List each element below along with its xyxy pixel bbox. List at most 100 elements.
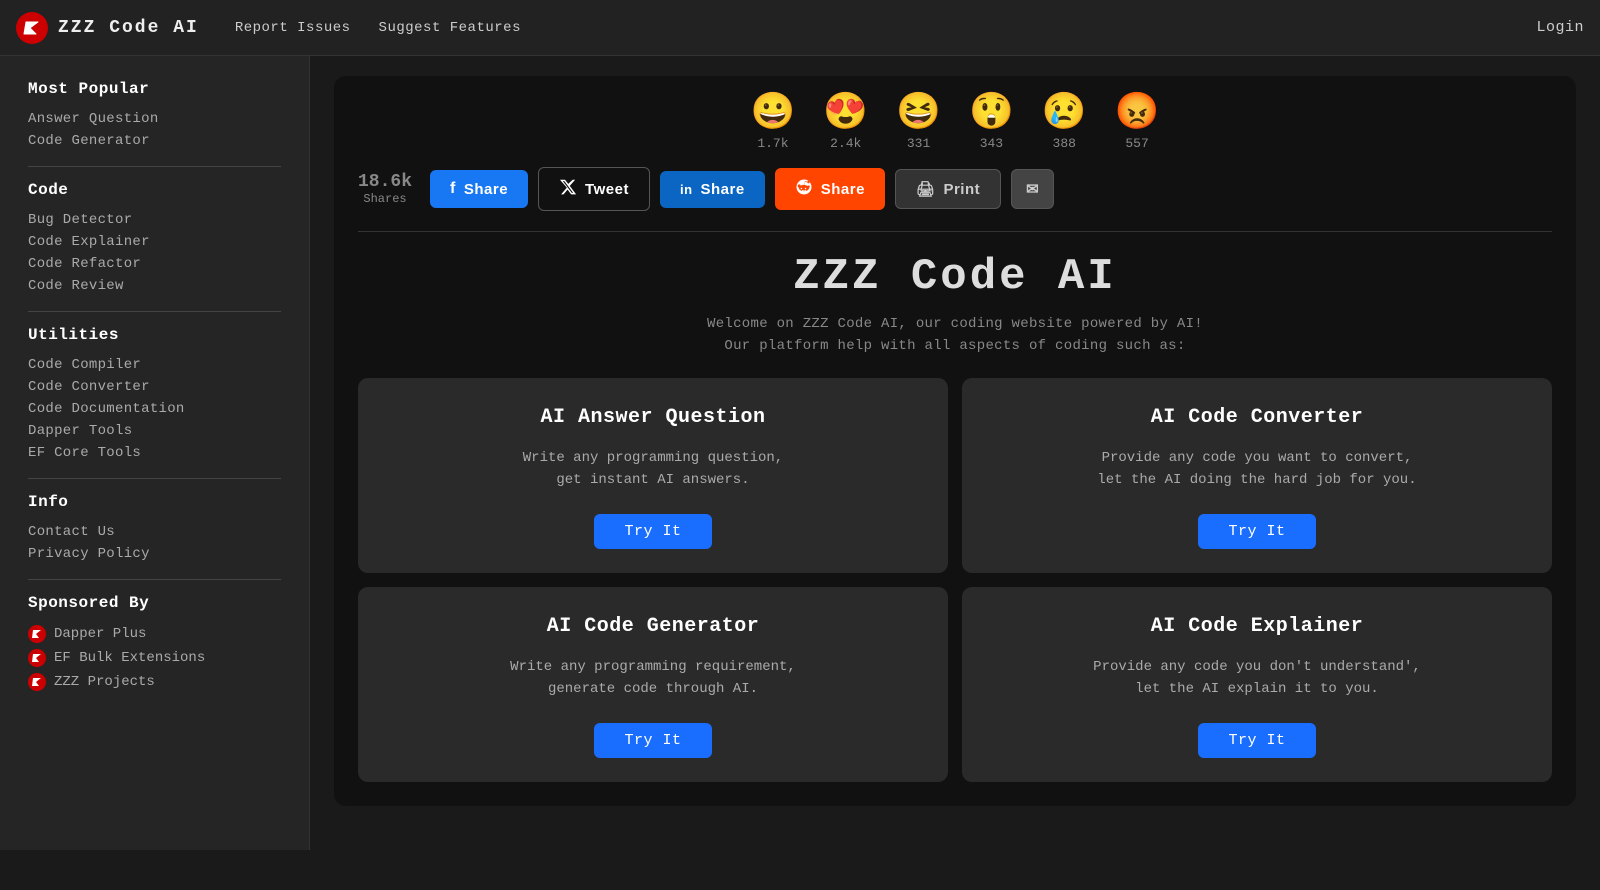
sidebar-section-sponsored: Sponsored By Dapper Plus EF Bulk Extensi… — [28, 594, 281, 694]
sidebar-item-privacy-policy[interactable]: Privacy Policy — [28, 543, 281, 565]
sidebar-divider-1 — [28, 166, 281, 167]
sidebar-section-title-code: Code — [28, 181, 281, 199]
share-twitter-button[interactable]: Tweet — [538, 167, 650, 211]
share-facebook-label: Share — [464, 181, 508, 198]
feature-card-title-code-explainer: AI Code Explainer — [1151, 615, 1364, 638]
emoji-item-angry[interactable]: 😡 557 — [1115, 96, 1160, 151]
linkedin-icon: in — [680, 182, 693, 197]
sidebar-item-code-generator[interactable]: Code Generator — [28, 130, 281, 152]
sidebar-item-answer-question[interactable]: Answer Question — [28, 108, 281, 130]
emoji-laugh: 😆 — [896, 96, 941, 132]
share-facebook-button[interactable]: f Share — [430, 170, 528, 208]
sidebar-item-dapper-tools[interactable]: Dapper Tools — [28, 420, 281, 442]
emoji-count-sad: 388 — [1053, 136, 1076, 151]
sidebar-divider-2 — [28, 311, 281, 312]
share-print-button[interactable]: 🖨 Print — [895, 169, 1001, 209]
sponsor-icon-zzz-projects — [28, 673, 46, 691]
sidebar-divider-4 — [28, 579, 281, 580]
feature-card-code-converter: AI Code Converter Provide any code you w… — [962, 378, 1552, 573]
emoji-item-love[interactable]: 😍 2.4k — [823, 96, 868, 151]
emoji-happy: 😀 — [751, 96, 796, 132]
emoji-count-laugh: 331 — [907, 136, 930, 151]
sidebar-item-contact-us[interactable]: Contact Us — [28, 521, 281, 543]
feature-card-code-explainer: AI Code Explainer Provide any code you d… — [962, 587, 1552, 782]
twitter-icon — [559, 178, 577, 200]
feature-card-desc-code-converter: Provide any code you want to convert,let… — [1097, 447, 1416, 492]
emoji-love: 😍 — [823, 96, 868, 132]
feature-card-desc-answer-question: Write any programming question,get insta… — [523, 447, 783, 492]
emoji-wow: 😲 — [969, 96, 1014, 132]
emoji-item-sad[interactable]: 😢 388 — [1042, 96, 1087, 151]
emoji-sad: 😢 — [1042, 96, 1087, 132]
sidebar-section-title-most-popular: Most Popular — [28, 80, 281, 98]
main-content: 😀 1.7k 😍 2.4k 😆 331 😲 343 😢 388 — [310, 56, 1600, 850]
sidebar-section-most-popular: Most Popular Answer Question Code Genera… — [28, 80, 281, 152]
feature-card-title-code-generator: AI Code Generator — [547, 615, 760, 638]
sponsor-link-dapper-plus[interactable]: Dapper Plus — [54, 626, 146, 642]
sidebar-item-ef-core-tools[interactable]: EF Core Tools — [28, 442, 281, 464]
share-card: 😀 1.7k 😍 2.4k 😆 331 😲 343 😢 388 — [334, 76, 1576, 806]
sponsor-icon-ef-bulk — [28, 649, 46, 667]
sponsor-link-zzz-projects[interactable]: ZZZ Projects — [54, 674, 155, 690]
feature-card-answer-question: AI Answer Question Write any programming… — [358, 378, 948, 573]
sidebar-section-title-utilities: Utilities — [28, 326, 281, 344]
try-btn-answer-question[interactable]: Try It — [594, 514, 711, 549]
sidebar-section-code: Code Bug Detector Code Explainer Code Re… — [28, 181, 281, 297]
login-button[interactable]: Login — [1536, 19, 1584, 36]
facebook-icon: f — [450, 180, 456, 198]
layout: Most Popular Answer Question Code Genera… — [0, 56, 1600, 850]
emoji-count-wow: 343 — [980, 136, 1003, 151]
share-row: 18.6k Shares f Share Tweet in Share — [358, 167, 1552, 211]
emoji-row: 😀 1.7k 😍 2.4k 😆 331 😲 343 😢 388 — [358, 96, 1552, 151]
emoji-item-wow[interactable]: 😲 343 — [969, 96, 1014, 151]
print-icon: 🖨 — [916, 180, 936, 198]
sidebar-item-code-converter[interactable]: Code Converter — [28, 376, 281, 398]
sidebar-section-title-info: Info — [28, 493, 281, 511]
share-reddit-button[interactable]: Share — [775, 168, 885, 210]
share-reddit-label: Share — [821, 181, 865, 198]
share-linkedin-button[interactable]: in Share — [660, 171, 765, 208]
feature-card-code-generator: AI Code Generator Write any programming … — [358, 587, 948, 782]
feature-cards-grid: AI Answer Question Write any programming… — [358, 378, 1552, 782]
sponsor-item-dapper-plus: Dapper Plus — [28, 622, 281, 646]
hero-desc: Our platform help with all aspects of co… — [358, 338, 1552, 354]
feature-card-desc-code-generator: Write any programming requirement,genera… — [510, 656, 796, 701]
sidebar-item-code-documentation[interactable]: Code Documentation — [28, 398, 281, 420]
feature-card-title-answer-question: AI Answer Question — [540, 406, 765, 429]
nav-report-issues[interactable]: Report Issues — [223, 14, 363, 42]
emoji-item-happy[interactable]: 😀 1.7k — [751, 96, 796, 151]
navbar: ZZZ Code AI Report Issues Suggest Featur… — [0, 0, 1600, 56]
try-btn-code-generator[interactable]: Try It — [594, 723, 711, 758]
sponsor-icon-dapper-plus — [28, 625, 46, 643]
sidebar-item-code-compiler[interactable]: Code Compiler — [28, 354, 281, 376]
share-email-button[interactable]: ✉ — [1011, 169, 1054, 209]
sidebar-item-code-refactor[interactable]: Code Refactor — [28, 253, 281, 275]
nav-suggest-features[interactable]: Suggest Features — [367, 14, 533, 42]
sidebar-item-bug-detector[interactable]: Bug Detector — [28, 209, 281, 231]
logo-text: ZZZ Code AI — [58, 18, 199, 38]
feature-card-desc-code-explainer: Provide any code you don't understand',l… — [1093, 656, 1421, 701]
try-btn-code-converter[interactable]: Try It — [1198, 514, 1315, 549]
sidebar-section-utilities: Utilities Code Compiler Code Converter C… — [28, 326, 281, 464]
hero-subtitle: Welcome on ZZZ Code AI, our coding websi… — [358, 316, 1552, 332]
sidebar-item-code-explainer[interactable]: Code Explainer — [28, 231, 281, 253]
share-count-label: Shares — [358, 192, 412, 206]
emoji-count-angry: 557 — [1125, 136, 1148, 151]
emoji-angry: 😡 — [1115, 96, 1160, 132]
reddit-icon — [795, 178, 813, 200]
sponsor-item-zzz-projects: ZZZ Projects — [28, 670, 281, 694]
sidebar-section-title-sponsored: Sponsored By — [28, 594, 281, 612]
hero-title: ZZZ Code AI — [358, 252, 1552, 302]
logo[interactable]: ZZZ Code AI — [16, 12, 199, 44]
email-icon: ✉ — [1026, 180, 1039, 198]
sidebar-item-code-review[interactable]: Code Review — [28, 275, 281, 297]
sidebar-section-info: Info Contact Us Privacy Policy — [28, 493, 281, 565]
emoji-item-laugh[interactable]: 😆 331 — [896, 96, 941, 151]
share-print-label: Print — [943, 181, 980, 198]
share-twitter-label: Tweet — [585, 181, 629, 198]
sponsor-link-ef-bulk[interactable]: EF Bulk Extensions — [54, 650, 205, 666]
nav-links: Report Issues Suggest Features — [223, 14, 533, 42]
try-btn-code-explainer[interactable]: Try It — [1198, 723, 1315, 758]
share-count-number: 18.6k — [358, 172, 412, 192]
logo-icon — [16, 12, 48, 44]
